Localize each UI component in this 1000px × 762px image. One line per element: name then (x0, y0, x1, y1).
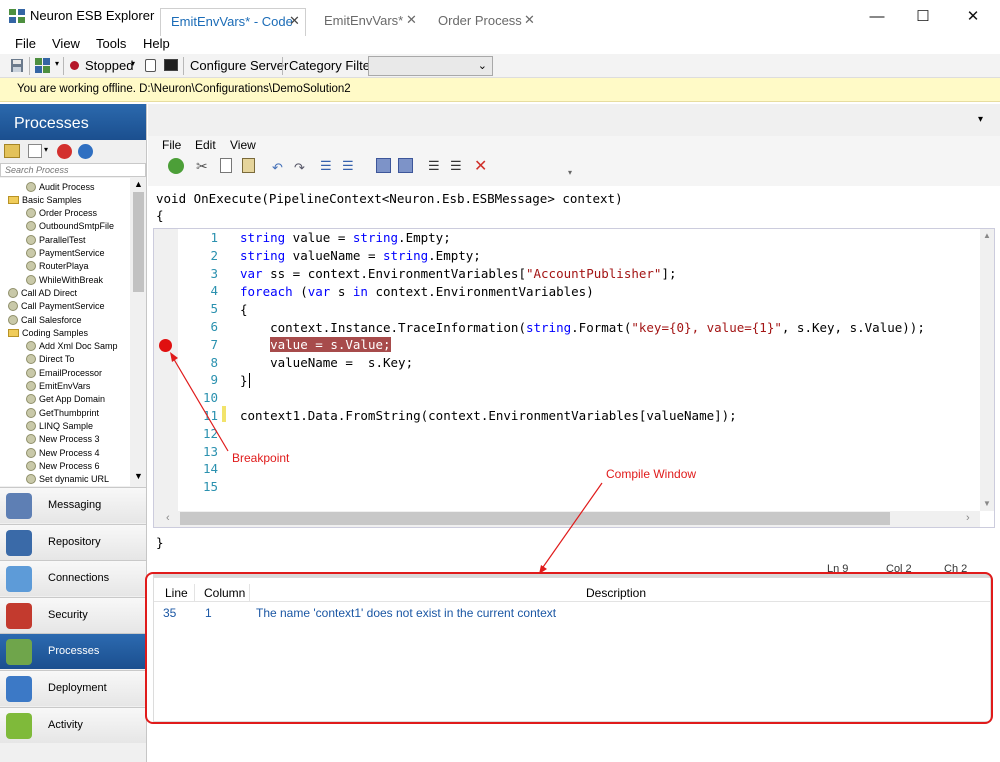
compile-window-annotation: Compile Window (606, 467, 697, 481)
breakpoint-annotation: Breakpoint (232, 451, 290, 465)
annotation-arrows (170, 352, 603, 574)
